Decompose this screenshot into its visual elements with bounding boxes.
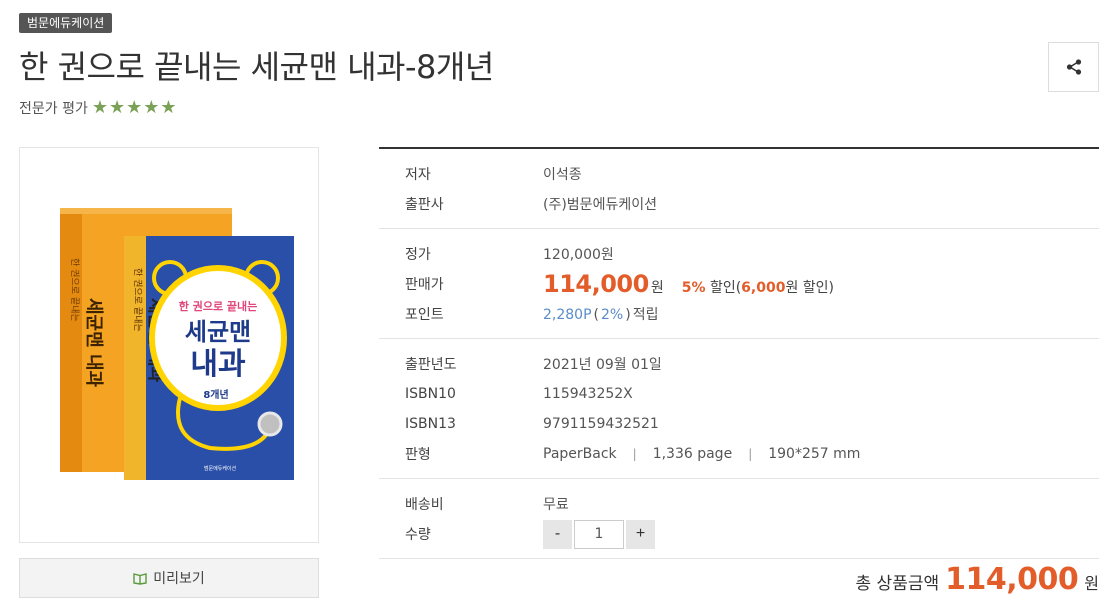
pub-date-label: 출판년도 <box>405 357 457 373</box>
format-separator: | <box>632 447 637 461</box>
quantity-row: 수량 - + <box>379 519 1099 549</box>
total-unit: 원 <box>1084 574 1099 593</box>
total-amount: 114,000 <box>945 562 1079 597</box>
format-label: 판형 <box>405 447 431 463</box>
preview-label: 미리보기 <box>153 571 205 587</box>
shipping-value: 무료 <box>543 497 569 513</box>
sale-price-value: 114,000 원 5% 할인(6,000원 할인) <box>543 270 834 298</box>
star-icon: ★ <box>143 97 160 118</box>
product-image[interactable]: 한 권으로 끝내는 세균맨 내과 한 권으로 끝내는 세균맨 내과 한 권으로 … <box>19 147 319 543</box>
isbn10-value: 115943252X <box>543 386 633 402</box>
quantity-increase-button[interactable]: + <box>626 519 655 549</box>
points-label: 포인트 <box>405 307 444 323</box>
format-pages: 1,336 page <box>652 446 733 462</box>
isbn13-label: ISBN13 <box>405 416 456 432</box>
pub-date-row: 출판년도 2021년 09월 01일 <box>379 349 1099 379</box>
points-row: 포인트 2,280P (2%) 적립 <box>379 299 1099 329</box>
share-button[interactable] <box>1048 42 1099 92</box>
isbn10-label: ISBN10 <box>405 386 456 402</box>
rating-stars: ★ ★ ★ ★ ★ <box>92 99 177 117</box>
quantity-stepper: - + <box>543 519 655 549</box>
quantity-label: 수량 <box>405 527 431 543</box>
rating-label: 전문가 평가 <box>19 101 88 117</box>
shipping-label: 배송비 <box>405 497 444 513</box>
shipping-row: 배송비 무료 <box>379 489 1099 519</box>
list-price-value: 120,000원 <box>543 247 614 263</box>
discount-amount: 6,000 <box>741 280 786 296</box>
star-icon: ★ <box>91 97 108 118</box>
list-price-label: 정가 <box>405 247 431 263</box>
author-value[interactable]: 이석종 <box>543 164 582 184</box>
publisher-badge[interactable]: 범문에듀케이션 <box>19 13 113 33</box>
points-close: ) <box>625 307 631 323</box>
quantity-decrease-button[interactable]: - <box>543 519 572 549</box>
format-value: PaperBack | 1,336 page | 190*257 mm <box>543 446 860 462</box>
info-group-details: 출판년도 2021년 09월 01일 ISBN10 115943252X ISB… <box>379 339 1099 479</box>
star-icon: ★ <box>160 97 177 118</box>
format-size: 190*257 mm <box>768 446 861 462</box>
format-binding: PaperBack <box>543 446 617 462</box>
book-open-icon <box>133 573 147 585</box>
isbn13-row: ISBN13 9791159432521 <box>379 409 1099 439</box>
info-group-author: 저자 이석종 출판사 (주)범문에듀케이션 <box>379 149 1099 229</box>
info-group-price: 정가 120,000원 판매가 114,000 원 5% 할인(6,000원 할… <box>379 229 1099 339</box>
sale-price-label: 판매가 <box>405 277 444 293</box>
expert-rating: 전문가 평가 ★ ★ ★ ★ ★ <box>19 98 177 118</box>
back-series-text: 한 권으로 끝내는 <box>69 258 81 322</box>
points-value: 2,280P (2%) 적립 <box>543 304 658 324</box>
front-series-text: 한 권으로 끝내는 <box>179 299 258 313</box>
points-rate: 2% <box>601 307 624 323</box>
isbn13-value: 9791159432521 <box>543 416 659 432</box>
format-separator: | <box>748 447 753 461</box>
spine-series-text: 한 권으로 끝내는 <box>132 268 144 332</box>
discount-text-b: 원 할인) <box>785 280 835 296</box>
pub-date-value: 2021년 09월 01일 <box>543 357 662 373</box>
total-label: 총 상품금액 <box>855 574 940 594</box>
star-icon: ★ <box>109 97 126 118</box>
front-publisher: 범문에듀케이션 <box>204 465 237 472</box>
sale-price-amount: 114,000 <box>543 270 649 298</box>
publisher-row: 출판사 (주)범문에듀케이션 <box>379 189 1099 219</box>
total-price: 총 상품금액 114,000 원 <box>856 562 1099 597</box>
author-label: 저자 <box>405 167 431 183</box>
publisher-value[interactable]: (주)범문에듀케이션 <box>543 194 657 214</box>
isbn10-row: ISBN10 115943252X <box>379 379 1099 409</box>
format-row: 판형 PaperBack | 1,336 page | 190*257 mm <box>379 439 1099 469</box>
quantity-input[interactable] <box>574 519 624 549</box>
front-title-line1: 세균맨 <box>185 318 251 346</box>
list-price-row: 정가 120,000원 <box>379 239 1099 269</box>
front-title-line2: 내과 <box>190 347 246 382</box>
share-icon <box>1066 59 1081 75</box>
points-open: ( <box>593 307 599 323</box>
points-suffix: 적립 <box>632 307 659 323</box>
author-row: 저자 이석종 <box>379 159 1099 189</box>
discount-text-a: 할인( <box>709 280 742 296</box>
product-info-panel: 저자 이석종 출판사 (주)범문에듀케이션 정가 120,000원 판매가 11… <box>379 147 1099 559</box>
front-edition: 8개년 <box>203 388 228 401</box>
preview-button[interactable]: 미리보기 <box>19 558 319 598</box>
info-group-order: 배송비 무료 수량 - + <box>379 479 1099 559</box>
book-cover-image: 한 권으로 끝내는 세균맨 내과 한 권으로 끝내는 세균맨 내과 한 권으로 … <box>60 208 294 480</box>
sale-price-row: 판매가 114,000 원 5% 할인(6,000원 할인) <box>379 269 1099 299</box>
discount-info: 5% 할인(6,000원 할인) <box>682 277 834 297</box>
points-amount: 2,280P <box>543 307 592 323</box>
back-side-title: 세균맨 내과 <box>83 298 104 388</box>
star-icon: ★ <box>126 97 143 118</box>
discount-rate: 5% <box>681 280 706 296</box>
publisher-label: 출판사 <box>405 197 444 213</box>
product-title: 한 권으로 끝내는 세균맨 내과-8개년 <box>19 48 494 86</box>
sale-price-unit: 원 <box>650 280 664 296</box>
